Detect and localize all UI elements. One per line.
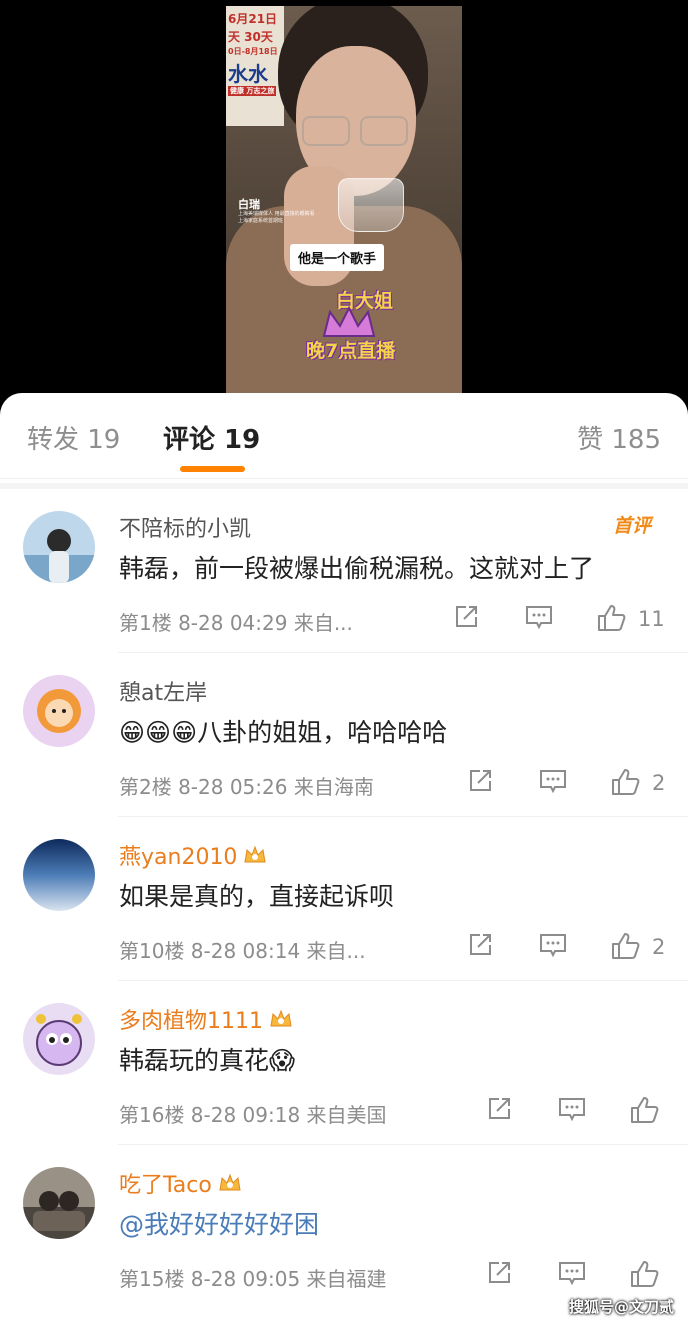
username-text: 燕yan2010 (119, 845, 238, 870)
comment-meta: 第2楼 8-28 05:26 来自海南 (119, 775, 374, 799)
like-icon[interactable] (629, 1095, 659, 1125)
comment-sheet: 转发 19 评论 19 赞 185 不陪标的小凯 首评 韩磊，前一段被爆出偷税漏… (0, 393, 688, 1325)
comment-item: 吃了Taco @我好好好好好困 第15楼 8-28 09:05 来自福建 (0, 1145, 688, 1309)
like-count: 2 (652, 771, 666, 795)
tab-bar: 转发 19 评论 19 赞 185 (0, 393, 688, 479)
comment-item: 多肉植物1111 韩磊玩的真花😱 第16楼 8-28 09:18 来自美国 (0, 981, 688, 1145)
person-name: 白瑞 (238, 198, 260, 211)
video-area[interactable]: 6月21日 天 30天 0日-8月18日 水水 健康 万志之旅 白瑞 上海美瑞媒… (0, 0, 688, 405)
share-icon[interactable] (452, 603, 480, 633)
comment-meta: 第15楼 8-28 09:05 来自福建 (119, 1267, 387, 1291)
comment-text-body: 八卦的姐姐，哈哈哈哈 (197, 718, 448, 747)
comment-meta: 第10楼 8-28 08:14 来自... (119, 939, 366, 963)
comment-text[interactable]: @我好好好好好困 (119, 1205, 319, 1241)
like-icon[interactable] (629, 1259, 659, 1289)
vip-crown-icon (270, 1009, 292, 1027)
tab-likes[interactable]: 赞 185 (577, 419, 661, 456)
watermark: 搜狐号@文刀贰 (568, 1298, 674, 1316)
comment-text: 如果是真的，直接起诉呗 (119, 882, 395, 911)
background-poster: 6月21日 天 30天 0日-8月18日 水水 健康 万志之旅 (226, 6, 284, 126)
like-count: 11 (638, 607, 665, 631)
share-icon[interactable] (466, 931, 494, 961)
comment-item: 不陪标的小凯 首评 韩磊，前一段被爆出偷税漏税。这就对上了 第1楼 8-28 0… (0, 489, 688, 653)
comment-icon[interactable] (538, 767, 568, 797)
username[interactable]: 憩at左岸 (119, 675, 207, 707)
glasses (302, 116, 412, 148)
comment-text: 韩磊，前一段被爆出偷税漏税。这就对上了 (119, 554, 595, 583)
username-text: 吃了Taco (119, 1173, 212, 1198)
avatar[interactable] (23, 675, 95, 747)
crown-sticker-icon (322, 306, 376, 337)
comment-item: 燕yan2010 如果是真的，直接起诉呗 第10楼 8-28 08:14 来自.… (0, 817, 688, 981)
avatar[interactable] (23, 511, 95, 583)
comment-icon[interactable] (557, 1095, 587, 1125)
drinking-glass (338, 178, 404, 232)
vip-crown-icon (244, 845, 267, 863)
username[interactable]: 燕yan2010 (119, 839, 267, 871)
poster-line: 水水 (228, 62, 268, 86)
share-icon[interactable] (466, 767, 494, 797)
like-icon[interactable] (610, 767, 640, 797)
poster-line: 天 30天 (228, 30, 273, 44)
username[interactable]: 多肉植物1111 (119, 1003, 293, 1035)
poster-line: 0日-8月18日 (228, 47, 278, 56)
share-icon[interactable] (485, 1095, 513, 1125)
avatar[interactable] (23, 839, 95, 911)
vip-crown-icon (219, 1173, 241, 1191)
comment-meta: 第16楼 8-28 09:18 来自美国 (119, 1103, 387, 1127)
tab-repost[interactable]: 转发 19 (27, 419, 120, 456)
comment-icon[interactable] (524, 603, 554, 633)
comment-text: 韩磊玩的真花😱 (119, 1041, 295, 1077)
poster-line: 6月21日 (228, 12, 278, 26)
video-frame[interactable]: 6月21日 天 30天 0日-8月18日 水水 健康 万志之旅 白瑞 上海美瑞媒… (226, 6, 462, 394)
avatar[interactable] (23, 1167, 95, 1239)
username[interactable]: 吃了Taco (119, 1167, 242, 1199)
comment-text: 😁😁😁八卦的姐姐，哈哈哈哈 (119, 713, 447, 749)
tab-active-indicator (180, 466, 245, 472)
emoji-grin: 😁😁😁 (119, 718, 198, 747)
like-icon[interactable] (596, 603, 626, 633)
like-icon[interactable] (610, 931, 640, 961)
avatar[interactable] (23, 1003, 95, 1075)
tab-comments[interactable]: 评论 19 (163, 419, 260, 456)
emoji-scream: 😱 (269, 1046, 296, 1075)
comment-icon[interactable] (538, 931, 568, 961)
first-comment-badge: 首评 (612, 515, 651, 537)
username-text: 多肉植物1111 (119, 1009, 263, 1034)
video-subtitle: 他是一个歌手 (290, 244, 385, 271)
comment-text-body: 韩磊玩的真花 (119, 1046, 270, 1075)
person-desc: 上海美瑞媒体人 用最直接的眼睛看 上海家庭系统首期班 (238, 211, 315, 224)
comment-icon[interactable] (557, 1259, 587, 1289)
poster-line: 健康 万志之旅 (228, 86, 277, 96)
username[interactable]: 不陪标的小凯 (119, 511, 251, 543)
comment-meta: 第1楼 8-28 04:29 来自... (119, 611, 353, 635)
comment-item: 憩at左岸 😁😁😁八卦的姐姐，哈哈哈哈 第2楼 8-28 05:26 来自海南 … (0, 653, 688, 817)
share-icon[interactable] (485, 1259, 513, 1289)
like-count: 2 (652, 935, 666, 959)
